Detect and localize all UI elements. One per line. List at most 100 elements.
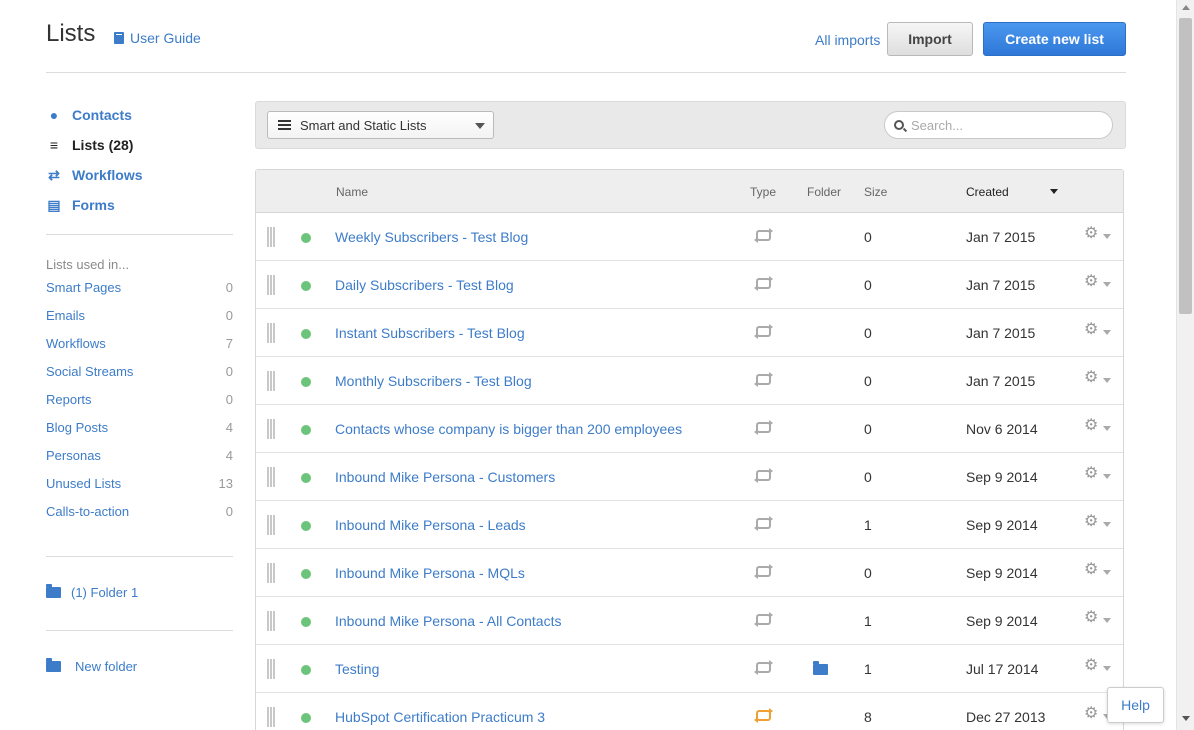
list-name-link[interactable]: Contacts whose company is bigger than 20… <box>335 421 682 437</box>
list-size: 1 <box>864 661 872 677</box>
lists-used-in-item[interactable]: Unused Lists 13 <box>46 476 233 504</box>
created-column-header[interactable]: Created <box>966 185 1009 199</box>
lists-used-in-item[interactable]: Workflows 7 <box>46 336 233 364</box>
status-dot <box>301 233 311 243</box>
list-name-link[interactable]: Weekly Subscribers - Test Blog <box>335 229 528 245</box>
sort-desc-icon[interactable] <box>1050 189 1058 194</box>
drag-handle[interactable] <box>267 611 275 631</box>
chevron-down-icon[interactable] <box>1103 474 1111 479</box>
list-name-link[interactable]: Inbound Mike Persona - All Contacts <box>335 613 561 629</box>
chevron-down-icon[interactable] <box>1103 666 1111 671</box>
gear-icon[interactable]: ⚙ <box>1084 418 1098 434</box>
gear-icon[interactable]: ⚙ <box>1084 322 1098 338</box>
list-name-link[interactable]: Daily Subscribers - Test Blog <box>335 277 514 293</box>
drag-handle[interactable] <box>267 371 275 391</box>
gear-icon[interactable]: ⚙ <box>1084 514 1098 530</box>
help-button[interactable]: Help <box>1107 687 1164 723</box>
lists-used-in-count: 13 <box>218 476 233 491</box>
status-dot <box>301 665 311 675</box>
list-size: 1 <box>864 613 872 629</box>
gear-icon[interactable]: ⚙ <box>1084 370 1098 386</box>
sidebar-item-forms[interactable]: ▤ Forms <box>46 190 233 220</box>
new-folder-link[interactable]: New folder <box>46 658 233 674</box>
import-button[interactable]: Import <box>887 22 973 56</box>
chevron-down-icon[interactable] <box>1103 378 1111 383</box>
gear-icon[interactable]: ⚙ <box>1084 274 1098 290</box>
gear-icon[interactable]: ⚙ <box>1084 226 1098 242</box>
gear-icon[interactable]: ⚙ <box>1084 562 1098 578</box>
list-created-date: Jan 7 2015 <box>966 373 1036 389</box>
drag-handle[interactable] <box>267 707 275 727</box>
list-type-dropdown[interactable]: Smart and Static Lists <box>267 111 494 139</box>
lists-used-in-item[interactable]: Emails 0 <box>46 308 233 336</box>
type-column-header[interactable]: Type <box>750 185 776 199</box>
chevron-down-icon[interactable] <box>1103 570 1111 575</box>
status-dot <box>301 425 311 435</box>
table-row: Instant Subscribers - Test Blog 0 Jan 7 20… <box>256 309 1123 357</box>
chevron-down-icon[interactable] <box>1103 282 1111 287</box>
static-list-icon <box>754 228 773 243</box>
drag-handle[interactable] <box>267 515 275 535</box>
folder-1-link[interactable]: (1) Folder 1 <box>46 584 233 600</box>
static-list-icon <box>754 660 773 675</box>
list-name-link[interactable]: Inbound Mike Persona - Leads <box>335 517 526 533</box>
static-list-icon <box>754 372 773 387</box>
create-new-list-button[interactable]: Create new list <box>983 22 1126 56</box>
user-guide-link[interactable]: User Guide <box>114 30 201 46</box>
page-header: Lists User Guide All imports Import Crea… <box>46 0 1126 73</box>
lists-used-in-item[interactable]: Calls-to-action 0 <box>46 504 233 532</box>
chevron-down-icon[interactable] <box>1103 618 1111 623</box>
drag-handle[interactable] <box>267 275 275 295</box>
lists-used-in-count: 0 <box>225 504 233 519</box>
scroll-down-arrow-icon[interactable] <box>1182 716 1190 721</box>
drag-handle[interactable] <box>267 563 275 583</box>
scroll-up-arrow-icon[interactable] <box>1182 5 1190 10</box>
table-row: Testing 1 Jul 17 2014 ⚙ <box>256 645 1123 693</box>
lists-used-in-item[interactable]: Reports 0 <box>46 392 233 420</box>
drag-handle[interactable] <box>267 227 275 247</box>
folder-icon[interactable] <box>813 661 828 675</box>
chevron-down-icon[interactable] <box>1103 522 1111 527</box>
sidebar-item-contacts[interactable]: ● Contacts <box>46 100 233 130</box>
list-size: 0 <box>864 565 872 581</box>
size-column-header[interactable]: Size <box>864 185 887 199</box>
lists-used-in-item[interactable]: Blog Posts 4 <box>46 420 233 448</box>
drag-handle[interactable] <box>267 659 275 679</box>
drag-handle[interactable] <box>267 419 275 439</box>
sidebar-item-workflows[interactable]: ⇄ Workflows <box>46 160 233 190</box>
list-created-date: Sep 9 2014 <box>966 517 1038 533</box>
status-dot <box>301 569 311 579</box>
table-row: Weekly Subscribers - Test Blog 0 Jan 7 201… <box>256 213 1123 261</box>
drag-handle[interactable] <box>267 323 275 343</box>
list-name-link[interactable]: Instant Subscribers - Test Blog <box>335 325 525 341</box>
chevron-down-icon[interactable] <box>1103 330 1111 335</box>
list-name-link[interactable]: Testing <box>335 661 379 677</box>
list-type-selected: Smart and Static Lists <box>300 117 427 133</box>
lists-used-in-item[interactable]: Personas 4 <box>46 448 233 476</box>
folder-column-header[interactable]: Folder <box>807 185 841 199</box>
search-input[interactable] <box>911 116 1106 135</box>
chevron-down-icon[interactable] <box>1103 234 1111 239</box>
sidebar-item-label: Workflows <box>72 167 143 183</box>
name-column-header[interactable]: Name <box>336 185 368 199</box>
lists-used-in-count: 0 <box>225 392 233 407</box>
page-scrollbar[interactable] <box>1176 0 1194 730</box>
list-name-link[interactable]: Monthly Subscribers - Test Blog <box>335 373 532 389</box>
gear-icon[interactable]: ⚙ <box>1084 610 1098 626</box>
lists-used-in-item[interactable]: Social Streams 0 <box>46 364 233 392</box>
table-row: Inbound Mike Persona - Leads 1 Sep 9 2014 ⚙ <box>256 501 1123 549</box>
sidebar-item-lists[interactable]: ≡ Lists (28) <box>46 130 233 160</box>
list-name-link[interactable]: Inbound Mike Persona - Customers <box>335 469 555 485</box>
sidebar: ● Contacts ≡ Lists (28) ⇄ Workflows ▤ Forms Lis… <box>46 100 233 674</box>
list-size: 1 <box>864 517 872 533</box>
lists-used-in-item[interactable]: Smart Pages 0 <box>46 280 233 308</box>
list-name-link[interactable]: HubSpot Certification Practicum 3 <box>335 709 545 725</box>
gear-icon[interactable]: ⚙ <box>1084 466 1098 482</box>
chevron-down-icon[interactable] <box>1103 426 1111 431</box>
drag-handle[interactable] <box>267 467 275 487</box>
gear-icon[interactable]: ⚙ <box>1084 706 1098 722</box>
scrollbar-thumb[interactable] <box>1179 18 1192 314</box>
gear-icon[interactable]: ⚙ <box>1084 658 1098 674</box>
all-imports-link[interactable]: All imports <box>815 32 880 48</box>
list-name-link[interactable]: Inbound Mike Persona - MQLs <box>335 565 525 581</box>
